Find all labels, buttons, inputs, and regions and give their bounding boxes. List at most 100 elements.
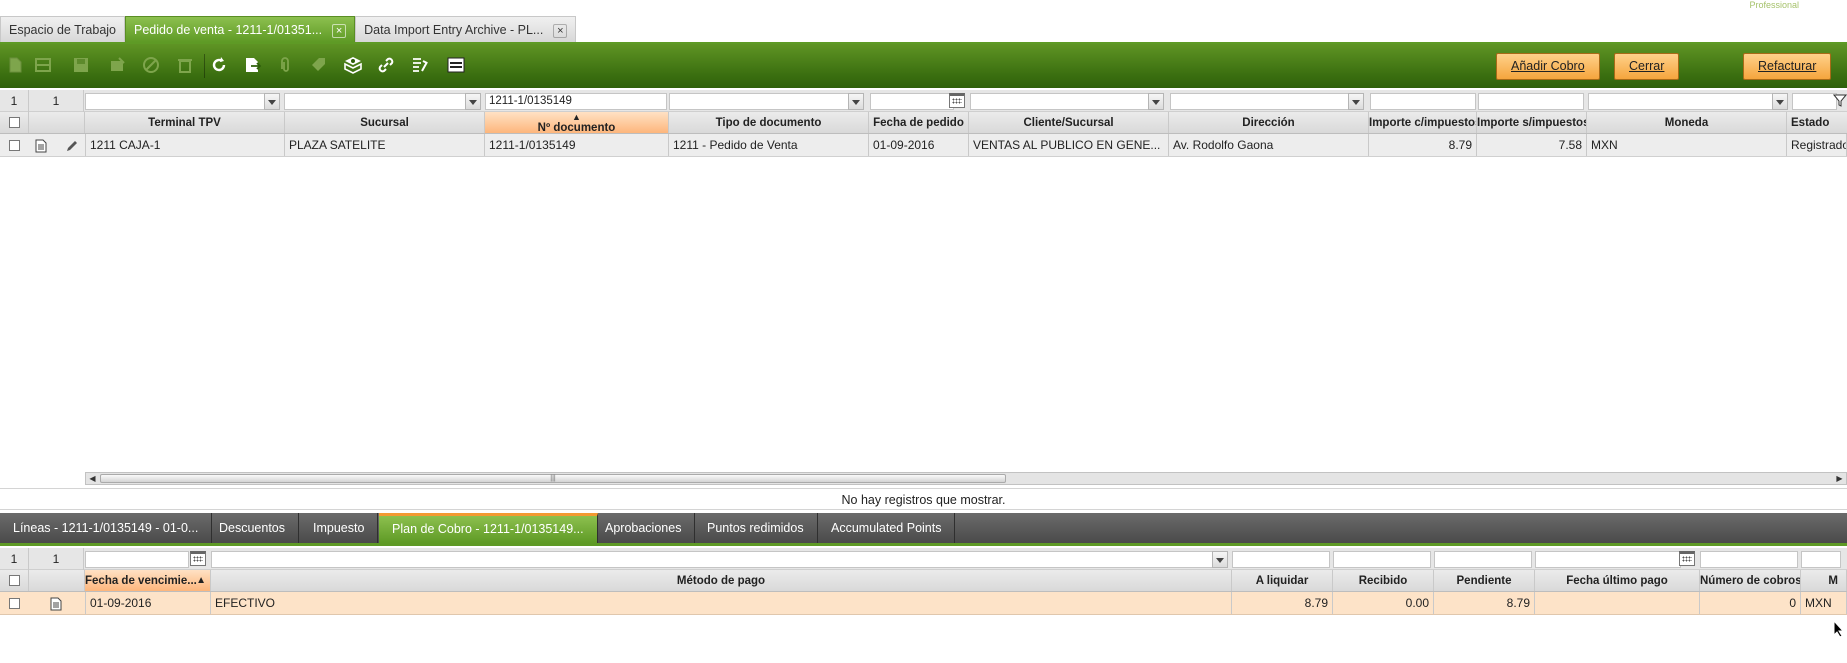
column-header-amount-without-tax[interactable]: Importe s/impuestos — [1477, 112, 1587, 133]
column-header-last-payment-date[interactable]: Fecha último pago — [1535, 570, 1700, 591]
filter-address-input[interactable] — [1170, 93, 1350, 110]
column-header-document-number[interactable]: ▲ Nº documento — [485, 112, 669, 133]
tag-icon[interactable] — [306, 52, 332, 78]
window-tab-label: Espacio de Trabajo — [9, 23, 117, 37]
column-header-status[interactable]: Estado — [1787, 112, 1847, 133]
form-view-icon[interactable] — [35, 139, 47, 153]
filter-payment-method-dropdown-icon[interactable] — [1212, 551, 1228, 568]
add-payment-button[interactable]: Añadir Cobro — [1496, 53, 1600, 80]
filter-doctype-dropdown-icon[interactable] — [848, 93, 864, 110]
sort-ascending-icon: ▲ — [196, 575, 206, 586]
save-icon[interactable] — [68, 52, 94, 78]
table-row[interactable]: 1211 CAJA-1 PLAZA SATELITE 1211-1/013514… — [0, 134, 1847, 157]
filter-customer-input[interactable] — [970, 93, 1150, 110]
column-header-due-date[interactable]: Fecha de vencimie... ▲ — [85, 570, 211, 591]
window-tab-workspace[interactable]: Espacio de Trabajo — [0, 16, 126, 42]
filter-currency-input[interactable] — [1588, 93, 1774, 110]
reinvoice-label: Refacturar — [1758, 59, 1817, 73]
filter-terminal-input[interactable] — [85, 93, 265, 110]
filter-received-input[interactable] — [1333, 551, 1431, 568]
tab-tax[interactable]: Impuesto — [300, 513, 379, 543]
filter-amount-tax-input[interactable] — [1370, 93, 1476, 110]
filter-address-dropdown-icon[interactable] — [1348, 93, 1364, 110]
reinvoice-button[interactable]: Refacturar — [1743, 53, 1832, 80]
scrollbar-thumb[interactable]: ||| — [100, 474, 1006, 483]
link-icon[interactable] — [373, 52, 399, 78]
close-tab-icon[interactable]: × — [553, 24, 568, 38]
status-message: No hay registros que mostrar. — [0, 488, 1847, 510]
column-header-customer[interactable]: Cliente/Sucursal — [969, 112, 1169, 133]
filter-customer-dropdown-icon[interactable] — [1148, 93, 1164, 110]
filter-branch-dropdown-icon[interactable] — [465, 93, 481, 110]
column-header-label: Nº documento — [537, 122, 616, 133]
filter-payment-method-input[interactable] — [211, 551, 1214, 568]
column-header-pending[interactable]: Pendiente — [1434, 570, 1535, 591]
tab-lines[interactable]: Líneas - 1211-1/0135149 - 01-0... — [0, 513, 213, 543]
attach-icon[interactable] — [272, 52, 298, 78]
filter-date-input[interactable] — [870, 93, 954, 110]
cell-order-date: 01-09-2016 — [869, 134, 969, 156]
trash-icon[interactable] — [172, 52, 198, 78]
column-header-payment-method[interactable]: Método de pago — [211, 570, 1232, 591]
scroll-right-icon[interactable]: ▶ — [1833, 473, 1846, 484]
row-count: 1 — [10, 552, 18, 566]
filter-terminal-dropdown-icon[interactable] — [264, 93, 280, 110]
table-row[interactable]: 01-09-2016 EFECTIVO 8.79 0.00 8.79 0 MXN — [0, 592, 1847, 615]
funnel-icon[interactable] — [1833, 94, 1847, 108]
filter-branch-input[interactable] — [284, 93, 466, 110]
tab-redeemed-points[interactable]: Puntos redimidos — [694, 513, 818, 543]
row-checkbox[interactable] — [9, 598, 20, 609]
column-header-currency[interactable]: Moneda — [1587, 112, 1787, 133]
column-header-order-date[interactable]: Fecha de pedido — [869, 112, 969, 133]
sort-ascending-icon: ▲ — [572, 112, 581, 122]
row-checkbox[interactable] — [9, 140, 20, 151]
tab-discounts[interactable]: Descuentos — [206, 513, 300, 543]
filter-pending-input[interactable] — [1434, 551, 1532, 568]
audit-icon[interactable] — [407, 52, 433, 78]
filter-due-date-input[interactable] — [85, 551, 189, 568]
window-tab-data-import[interactable]: Data Import Entry Archive - PL... × — [355, 16, 577, 42]
column-header-branch[interactable]: Sucursal — [285, 112, 485, 133]
column-header-doctype[interactable]: Tipo de documento — [669, 112, 869, 133]
filter-last-payment-calendar-icon[interactable] — [1679, 551, 1695, 566]
close-tab-icon[interactable]: × — [332, 24, 347, 38]
filter-document-input[interactable]: 1211-1/0135149 — [485, 93, 667, 110]
scroll-left-icon[interactable]: ◀ — [86, 473, 99, 484]
close-button[interactable]: Cerrar — [1614, 53, 1680, 80]
delete-icon[interactable] — [104, 52, 130, 78]
form-view-icon[interactable] — [50, 597, 62, 611]
tab-payment-plan[interactable]: Plan de Cobro - 1211-1/0135149... — [379, 513, 598, 543]
filter-amount-notax-input[interactable] — [1478, 93, 1584, 110]
column-header-amount-with-tax[interactable]: Importe c/impuestos — [1369, 112, 1477, 133]
filter-currency-dropdown-icon[interactable] — [1772, 93, 1788, 110]
process-icon[interactable] — [340, 52, 366, 78]
tab-approvals[interactable]: Aprobaciones — [592, 513, 696, 543]
filter-last-payment-input[interactable] — [1535, 551, 1681, 568]
mouse-cursor-icon — [1833, 620, 1843, 638]
column-header-payment-count[interactable]: Número de cobros — [1700, 570, 1801, 591]
tab-accumulated-points[interactable]: Accumulated Points — [818, 513, 956, 543]
column-header-received[interactable]: Recibido — [1333, 570, 1434, 591]
select-all-checkbox[interactable] — [9, 575, 20, 586]
refresh-icon[interactable] — [206, 52, 232, 78]
filter-date-calendar-icon[interactable] — [949, 93, 965, 108]
horizontal-scrollbar[interactable]: ◀ ||| ▶ — [85, 472, 1847, 485]
window-tab-sales-order[interactable]: Pedido de venta - 1211-1/01351... × — [125, 16, 356, 42]
filter-to-settle-input[interactable] — [1232, 551, 1330, 568]
filter-doctype-input[interactable] — [669, 93, 851, 110]
column-header-currency[interactable]: M — [1801, 570, 1847, 591]
new-grid-icon[interactable] — [30, 52, 56, 78]
new-document-icon[interactable] — [2, 52, 28, 78]
column-header-address[interactable]: Dirección — [1169, 112, 1369, 133]
filter-status-input[interactable] — [1792, 93, 1837, 110]
column-header-to-settle[interactable]: A liquidar — [1232, 570, 1333, 591]
edit-icon[interactable] — [65, 139, 79, 153]
filter-currency-input[interactable] — [1801, 551, 1841, 568]
filter-payment-count-input[interactable] — [1700, 551, 1798, 568]
toggle-view-icon[interactable] — [443, 52, 469, 78]
column-header-terminal[interactable]: Terminal TPV — [85, 112, 285, 133]
filter-due-date-calendar-icon[interactable] — [190, 551, 206, 566]
select-all-checkbox[interactable] — [9, 117, 20, 128]
cancel-icon[interactable] — [138, 52, 164, 78]
export-icon[interactable] — [239, 52, 265, 78]
